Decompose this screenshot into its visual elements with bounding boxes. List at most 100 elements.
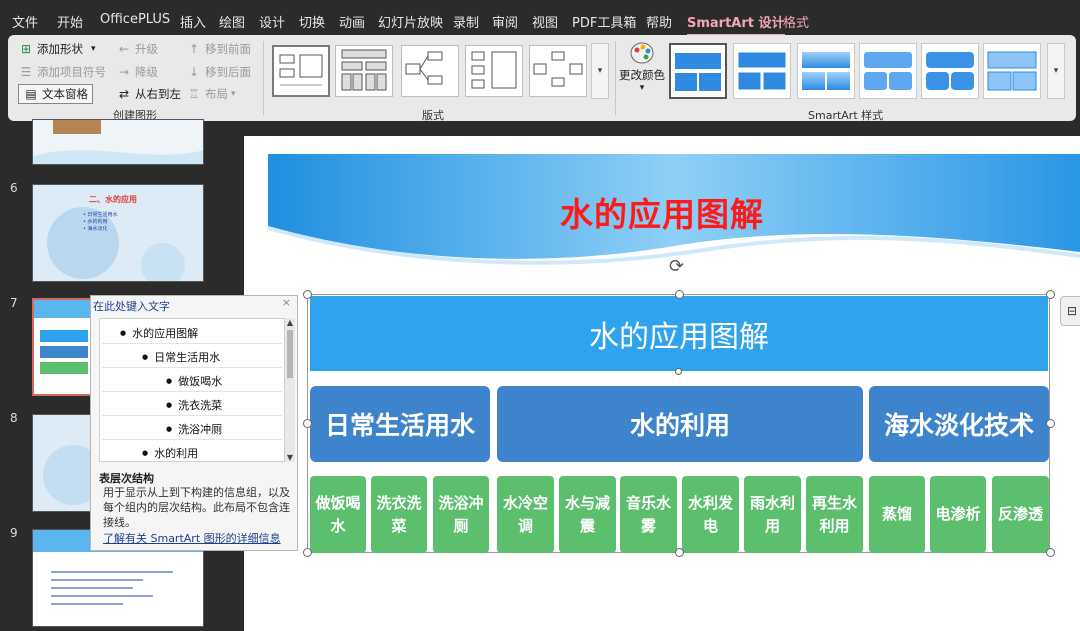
tab-officeplus[interactable]: OfficePLUS xyxy=(100,12,170,32)
tab-smartart-design[interactable]: SmartArt 设计 xyxy=(687,12,785,36)
smartart-style-3[interactable] xyxy=(797,43,855,99)
resize-handle[interactable] xyxy=(675,290,684,299)
smartart-style-4[interactable] xyxy=(859,43,917,99)
add-bullet-button[interactable]: ☰ 添加项目符号 xyxy=(18,64,106,80)
change-colors-button[interactable]: 更改颜色 ▾ xyxy=(619,41,665,93)
resize-handle[interactable] xyxy=(303,548,312,557)
scroll-down-icon[interactable]: ▼ xyxy=(285,453,295,462)
slide-canvas[interactable]: 水的应用图解 ⟳ 水的应用图解 日常生活用水 水的利用 海水淡化技术 做饭喝水 … xyxy=(244,136,1080,631)
smartart-branch-desalination[interactable]: 海水淡化技术 xyxy=(869,386,1049,462)
smartart-leaf[interactable]: 音乐水雾 xyxy=(620,476,677,553)
smartart-leaf[interactable]: 水利发电 xyxy=(682,476,739,553)
tab-design[interactable]: 设计 xyxy=(259,12,285,32)
chevron-down-icon: ▾ xyxy=(597,66,603,76)
text-pane-item[interactable]: 做饭喝水 xyxy=(166,373,222,389)
resize-handle[interactable] xyxy=(303,419,312,428)
resize-handle[interactable] xyxy=(675,548,684,557)
text-pane-scrollbar[interactable]: ▲ ▼ xyxy=(285,318,295,462)
resize-handle[interactable] xyxy=(1046,548,1055,557)
arrow-up-icon: ↑ xyxy=(188,42,200,56)
slide-thumbnail-6[interactable]: 二、水的应用 • 日常生活用水 • 水的利用 • 海水淡化 xyxy=(32,184,204,282)
smartart-leaf[interactable]: 再生水利用 xyxy=(806,476,863,553)
styles-more-button[interactable]: ▾ xyxy=(1047,43,1065,99)
resize-handle[interactable] xyxy=(675,368,682,375)
smartart-leaf[interactable]: 反渗透 xyxy=(992,476,1049,553)
scrollbar-thumb[interactable] xyxy=(287,330,293,378)
layout-option-1[interactable] xyxy=(272,45,330,97)
tab-animations[interactable]: 动画 xyxy=(339,12,365,32)
layout-option-4[interactable] xyxy=(465,45,523,97)
tab-transitions[interactable]: 切换 xyxy=(299,12,325,32)
add-shape-button[interactable]: ⊞ 添加形状 ▾ xyxy=(18,41,96,57)
text-pane-item[interactable]: 水的利用 xyxy=(142,445,198,461)
smartart-leaf[interactable]: 做饭喝水 xyxy=(310,476,366,553)
smartart-branch-daily-water[interactable]: 日常生活用水 xyxy=(310,386,490,462)
tab-pdf-tools[interactable]: PDF工具箱 xyxy=(572,12,636,32)
smartart-help-link[interactable]: 了解有关 SmartArt 图形的详细信息 xyxy=(103,530,281,546)
tab-help[interactable]: 帮助 xyxy=(646,12,672,32)
layout-description: 用于显示从上到下构建的信息组，以及每个组内的层次结构。此布局不包含连接线。 xyxy=(103,486,290,529)
smartart-leaf[interactable]: 电渗析 xyxy=(930,476,986,553)
tab-format[interactable]: 格式 xyxy=(783,12,809,32)
ribbon-divider xyxy=(615,41,616,115)
resize-handle[interactable] xyxy=(1046,290,1055,299)
smartart-branch-water-use[interactable]: 水的利用 xyxy=(497,386,863,462)
slide-title[interactable]: 水的应用图解 xyxy=(244,188,1080,236)
smartart-leaf[interactable]: 蒸馏 xyxy=(869,476,925,553)
promote-button[interactable]: ← 升级 xyxy=(116,41,158,57)
smartart-styles-group-label: SmartArt 样式 xyxy=(808,109,884,122)
resize-handle[interactable] xyxy=(303,290,312,299)
smartart-leaf[interactable]: 水冷空调 xyxy=(497,476,554,553)
layouts-more-button[interactable]: ▾ xyxy=(591,43,609,99)
swap-icon: ⇄ xyxy=(118,87,130,101)
slide-thumbnail-5[interactable] xyxy=(32,119,204,165)
tab-draw[interactable]: 绘图 xyxy=(219,12,245,32)
text-pane-button[interactable]: ▤ 文本窗格 xyxy=(18,84,93,104)
smartart-leaf[interactable]: 雨水利用 xyxy=(744,476,801,553)
smartart-leaf[interactable]: 洗衣洗菜 xyxy=(371,476,427,553)
layout-button[interactable]: ♖ 布局 ▾ xyxy=(186,86,236,102)
tab-file[interactable]: 文件 xyxy=(12,12,38,32)
move-up-button[interactable]: ↑ 移到前面 xyxy=(186,41,251,57)
tab-insert[interactable]: 插入 xyxy=(180,12,206,32)
layouts-group-label: 版式 xyxy=(422,109,444,122)
text-pane-item[interactable]: 日常生活用水 xyxy=(142,349,220,365)
close-icon[interactable]: × xyxy=(282,296,291,309)
tab-record[interactable]: 录制 xyxy=(453,12,479,32)
layout-preview-icon xyxy=(471,51,517,89)
text-pane-item[interactable]: 水的应用图解 xyxy=(120,325,198,341)
chevron-down-icon: ▾ xyxy=(231,89,236,99)
tab-home[interactable]: 开始 xyxy=(57,12,83,32)
demote-button[interactable]: → 降级 xyxy=(116,64,158,80)
text-pane-item[interactable]: 洗衣洗菜 xyxy=(166,397,222,413)
style-preview-icon xyxy=(864,52,912,90)
layout-description-title: 表层次结构 xyxy=(99,472,154,485)
layout-options-button[interactable]: ⊟ xyxy=(1060,296,1080,326)
resize-handle[interactable] xyxy=(1046,419,1055,428)
tab-view[interactable]: 视图 xyxy=(532,12,558,32)
text-pane-title: 在此处键入文字 xyxy=(93,300,170,313)
layout-option-5[interactable] xyxy=(529,45,587,97)
tab-slideshow[interactable]: 幻灯片放映 xyxy=(378,12,443,32)
layout-option-3[interactable] xyxy=(401,45,459,97)
scroll-up-icon[interactable]: ▲ xyxy=(285,318,295,327)
rotate-handle-icon[interactable]: ⟳ xyxy=(669,256,684,277)
slide-6-bullet: • 海水淡化 xyxy=(83,226,108,232)
slide-6-title: 二、水的应用 xyxy=(89,195,137,204)
smartart-root-node[interactable]: 水的应用图解 xyxy=(310,296,1048,371)
smartart-style-5[interactable] xyxy=(921,43,979,99)
move-down-button[interactable]: ↓ 移到后面 xyxy=(186,64,251,80)
layout-option-2[interactable] xyxy=(335,45,393,97)
smartart-style-6[interactable] xyxy=(983,43,1041,99)
text-pane-list[interactable]: 水的应用图解 日常生活用水 做饭喝水 洗衣洗菜 洗浴冲厕 水的利用 xyxy=(99,318,285,462)
style-preview-icon xyxy=(737,51,787,91)
right-to-left-button[interactable]: ⇄ 从右到左 xyxy=(116,86,181,102)
smartart-style-2[interactable] xyxy=(733,43,791,99)
smartart-style-1[interactable] xyxy=(669,43,727,99)
divider xyxy=(102,439,282,440)
smartart-leaf[interactable]: 水与减震 xyxy=(559,476,616,553)
tab-review[interactable]: 审阅 xyxy=(492,12,518,32)
smartart-leaf[interactable]: 洗浴冲厕 xyxy=(433,476,489,553)
smartart-text-pane[interactable]: 在此处键入文字 × 水的应用图解 日常生活用水 做饭喝水 洗衣洗菜 洗浴冲厕 水… xyxy=(90,295,298,551)
text-pane-item[interactable]: 洗浴冲厕 xyxy=(166,421,222,437)
